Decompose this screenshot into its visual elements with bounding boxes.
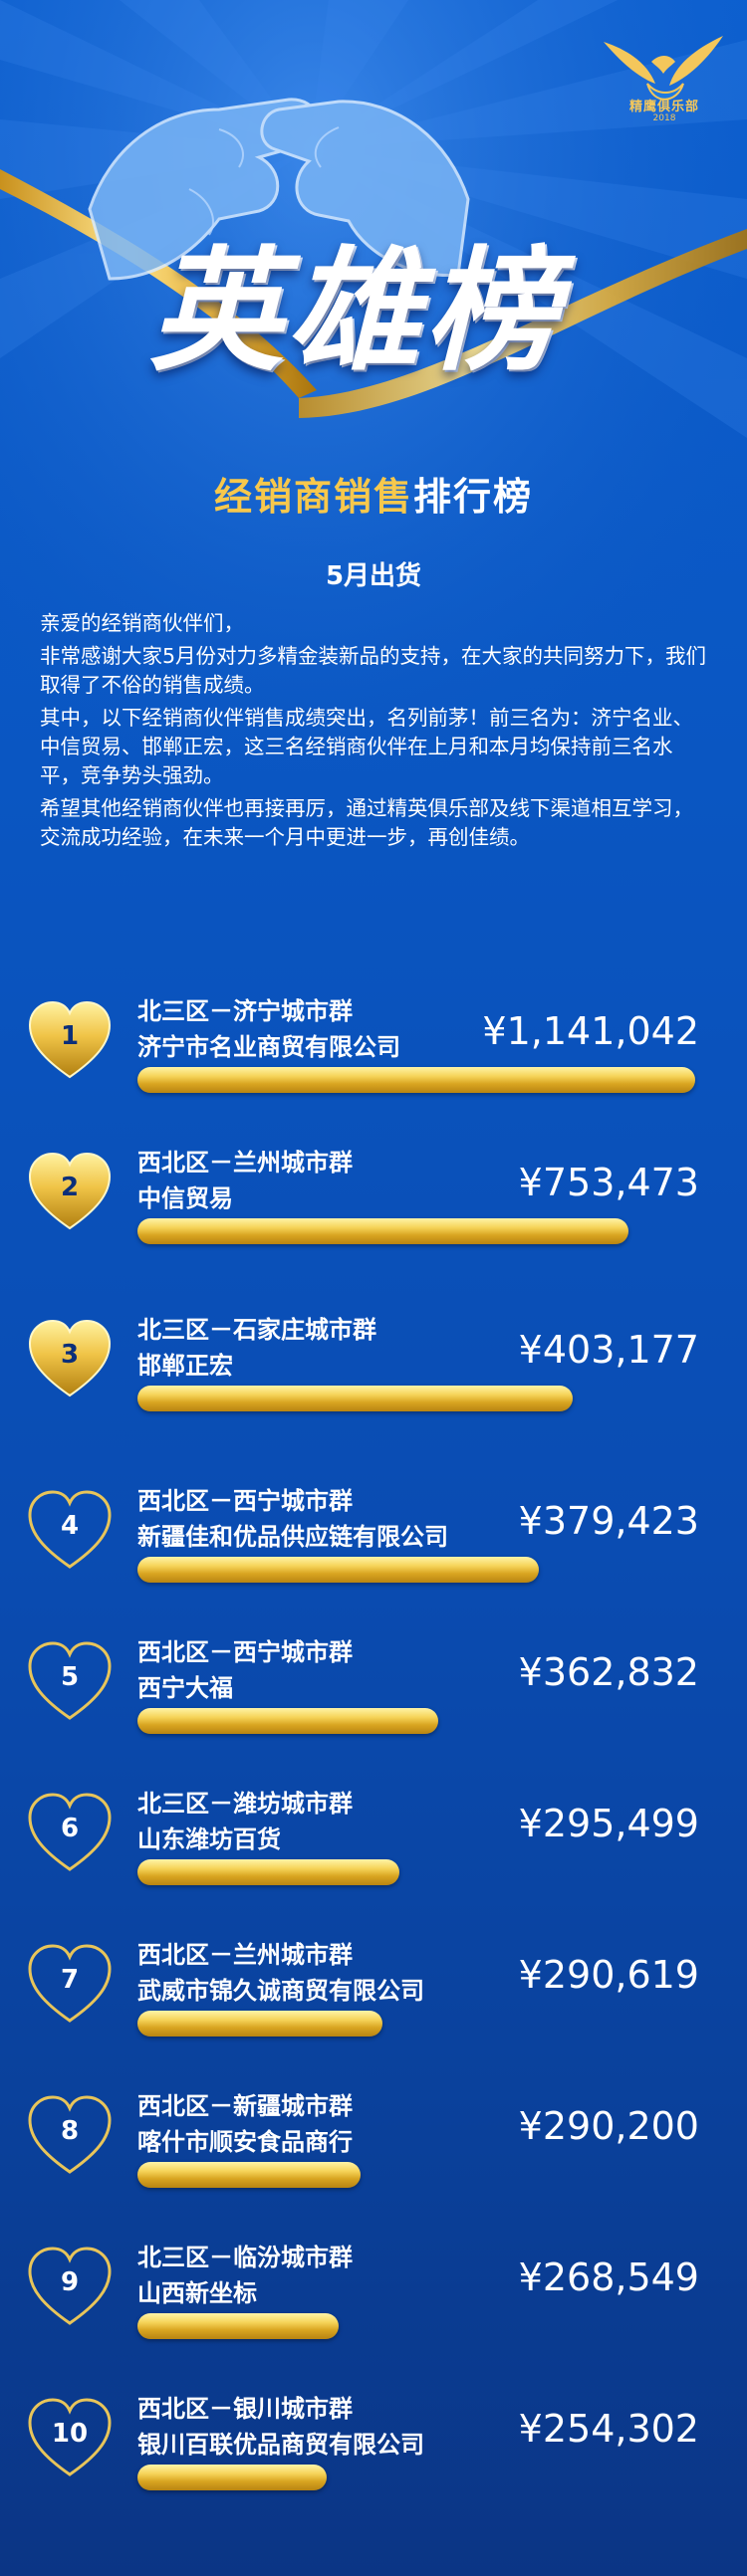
sales-amount: ¥403,177 (518, 1328, 699, 1372)
sales-bar (137, 1218, 628, 1244)
region-label: 北三区－济宁城市群 (137, 997, 353, 1025)
rank-row: 4 西北区－西宁城市群新疆佳和优品供应链有限公司 ¥379,423 (0, 1485, 747, 1634)
sales-bar (137, 1386, 573, 1411)
bar-track (137, 2162, 695, 2188)
company-name: 山西新坐标 (137, 2279, 257, 2307)
sales-amount: ¥254,302 (518, 2407, 699, 2451)
subtitle-white-part: 排行榜 (413, 475, 534, 519)
rank-row: 9 北三区－临汾城市群 山西新坐标 ¥268,549 (0, 2242, 747, 2391)
region-label: 北三区－潍坊城市群 (137, 1790, 353, 1818)
intro-paragraph-3: 其中，以下经销商伙伴销售成绩突出，名列前茅！前三名为：济宁名业、中信贸易、邯郸正… (40, 706, 693, 787)
rank-number: 3 (60, 1340, 80, 1370)
company-name: 武威市锦久诚商贸有限公司 (137, 1977, 424, 2005)
sales-amount: ¥379,423 (518, 1499, 699, 1543)
sales-amount: ¥268,549 (518, 2255, 699, 2299)
rank-number: 5 (60, 1662, 80, 1692)
company-name: 邯郸正宏 (137, 1352, 233, 1380)
sales-bar (137, 2162, 361, 2188)
region-label: 北三区－石家庄城市群 (137, 1316, 376, 1344)
region-label: 北三区－临汾城市群 (137, 2244, 353, 2271)
region-label: 西北区－兰州城市群 (137, 1149, 353, 1177)
bar-track (137, 1859, 695, 1885)
bar-track (137, 1708, 695, 1734)
rank-row: 8 西北区－新疆城市群 喀什市顺安食品商行 ¥290,200 (0, 2090, 747, 2240)
region-label: 西北区－西宁城市群 (137, 1638, 353, 1666)
bar-track (137, 1218, 695, 1244)
rank-row: 1 北三区－济宁城市群济宁市名业商贸有限公司 ¥1,141,042 (0, 995, 747, 1145)
sales-amount: ¥290,200 (518, 2104, 699, 2148)
bar-track (137, 2011, 695, 2037)
sales-amount: ¥295,499 (518, 1802, 699, 1845)
sales-bar (137, 1859, 399, 1885)
rank-number: 9 (60, 2267, 80, 2297)
rank-row: 2 西北区－兰州城市群 中信贸易 ¥753,473 (0, 1147, 747, 1296)
rank-row: 10 西北区－银川城市群银川百联优品商贸有限公司 ¥254,302 (0, 2393, 747, 2542)
logo-text: 精鹰俱乐部 (628, 100, 699, 114)
sales-bar (137, 1557, 539, 1583)
region-label: 西北区－兰州城市群 (137, 1941, 353, 1969)
intro-paragraph-4: 希望其他经销商伙伴也再接再厉，通过精英俱乐部及线下渠道相互学习，交流成功经验，在… (40, 796, 693, 849)
hero-title: 英雄榜 (149, 232, 563, 389)
sales-bar (137, 2313, 339, 2339)
rank-row: 7 西北区－兰州城市群武威市锦久诚商贸有限公司 ¥290,619 (0, 1939, 747, 2088)
sales-amount: ¥290,619 (518, 1953, 699, 1997)
rank-number: 1 (60, 1021, 80, 1051)
rank-number: 10 (51, 2419, 89, 2449)
region-label: 西北区－银川城市群 (137, 2395, 353, 2423)
company-name: 西宁大福 (137, 1674, 233, 1702)
rank-number: 4 (60, 1511, 80, 1541)
sales-bar (137, 2011, 382, 2037)
rank-row: 6 北三区－潍坊城市群 山东潍坊百货 ¥295,499 (0, 1788, 747, 1937)
subtitle-gold-part: 经销商销售 (213, 475, 413, 519)
rank-number: 6 (60, 1814, 80, 1843)
bar-track (137, 2465, 695, 2490)
intro-paragraph-1: 亲爱的经销商伙伴们， (40, 611, 244, 635)
company-name: 山东潍坊百货 (137, 1825, 281, 1853)
bar-track (137, 1386, 695, 1411)
bar-track (137, 1067, 695, 1093)
company-name: 济宁市名业商贸有限公司 (137, 1033, 400, 1061)
bar-track (137, 1557, 695, 1583)
company-name: 银川百联优品商贸有限公司 (137, 2431, 424, 2459)
month-label: 5月出货 (325, 561, 422, 591)
sales-amount: ¥753,473 (518, 1161, 699, 1204)
rank-number: 7 (60, 1965, 80, 1995)
bar-track (137, 2313, 695, 2339)
region-label: 西北区－西宁城市群 (137, 1487, 353, 1515)
intro-paragraph-2: 非常感谢大家5月份对力多精金装新品的支持，在大家的共同努力下，我们取得了不俗的销… (40, 644, 707, 697)
logo-subtext: 2018 (652, 113, 676, 123)
rank-row: 3 北三区－石家庄城市群 邯郸正宏 ¥403,177 (0, 1314, 747, 1463)
company-name: 新疆佳和优品供应链有限公司 (137, 1523, 448, 1551)
company-name: 中信贸易 (137, 1184, 233, 1212)
sales-bar (137, 1067, 695, 1093)
rank-number: 8 (60, 2116, 80, 2146)
sales-amount: ¥1,141,042 (482, 1009, 699, 1053)
rank-row: 5 西北区－西宁城市群 西宁大福 ¥362,832 (0, 1636, 747, 1786)
sales-amount: ¥362,832 (518, 1650, 699, 1694)
ranking-subtitle: 经销商销售排行榜 (0, 466, 747, 521)
company-name: 喀什市顺安食品商行 (137, 2128, 353, 2156)
sales-bar (137, 1708, 438, 1734)
intro-text: 亲爱的经销商伙伴们， 非常感谢大家5月份对力多精金装新品的支持，在大家的共同努力… (40, 609, 713, 856)
region-label: 西北区－新疆城市群 (137, 2092, 353, 2120)
sales-bar (137, 2465, 327, 2490)
rank-number: 2 (60, 1173, 80, 1202)
poster: 精鹰俱乐部 2018 英雄榜 经销商销售排行榜 5月出货 亲爱的经销商伙伴们， … (0, 0, 747, 2576)
